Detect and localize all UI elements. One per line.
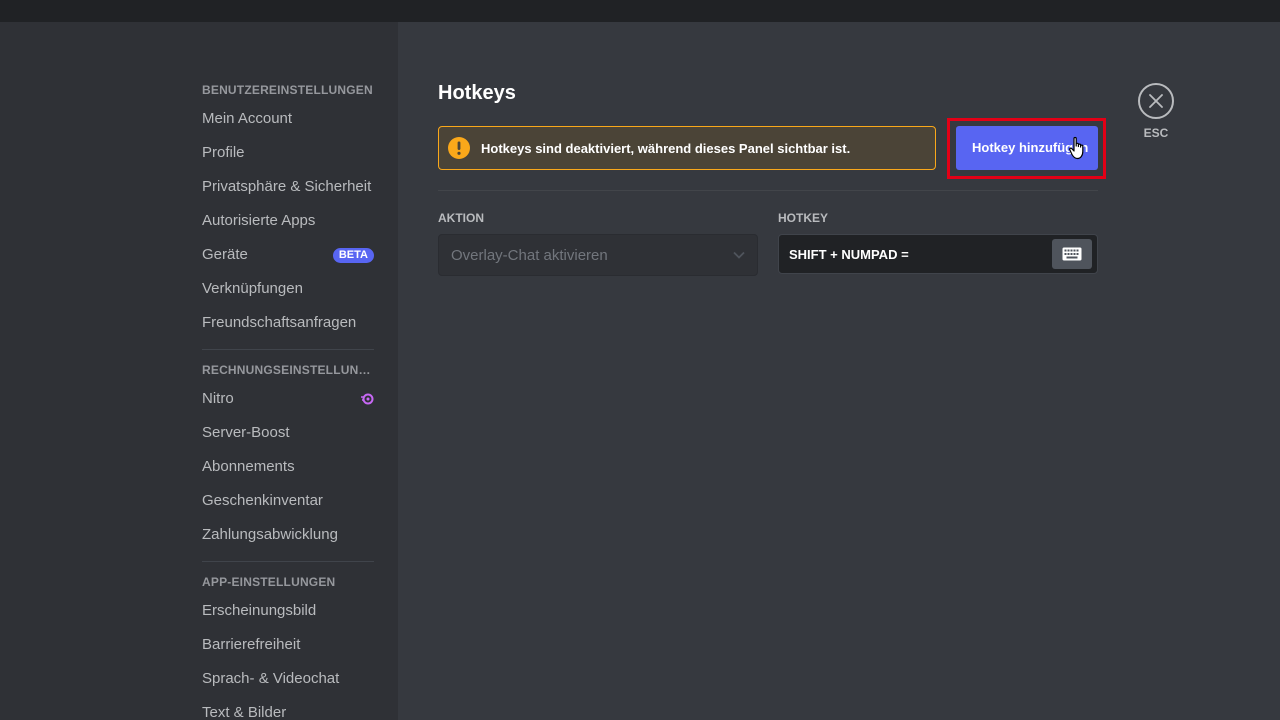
action-select[interactable]: Overlay-Chat aktivieren — [438, 234, 758, 276]
close-settings[interactable]: ESC — [1138, 83, 1174, 140]
sidebar-item-subscriptions[interactable]: Abonnements — [192, 450, 374, 484]
sidebar-item-label: Barrierefreiheit — [202, 636, 301, 653]
sidebar-item-label: Geräte — [202, 246, 248, 263]
sidebar-item-label: Autorisierte Apps — [202, 212, 316, 229]
sidebar-item-label: Zahlungsabwicklung — [202, 526, 338, 543]
sidebar-item-appearance[interactable]: Erscheinungsbild — [192, 594, 374, 628]
sidebar-item-gift-inventory[interactable]: Geschenkinventar — [192, 484, 374, 518]
settings-content: Hotkeys Hotkeys sind deaktiviert, währen… — [398, 22, 1280, 720]
sidebar-item-accessibility[interactable]: Barrierefreiheit — [192, 628, 374, 662]
action-select-value: Overlay-Chat aktivieren — [451, 246, 608, 264]
sidebar-item-devices[interactable]: Geräte BETA — [192, 238, 374, 272]
sidebar-item-label: Geschenkinventar — [202, 492, 323, 509]
sidebar-item-my-account[interactable]: Mein Account — [192, 102, 374, 136]
beta-badge: BETA — [332, 248, 374, 263]
section-divider — [438, 190, 1098, 191]
column-header-action: Aktion — [438, 211, 484, 225]
sidebar-item-label: Profile — [202, 144, 245, 161]
close-icon — [1149, 94, 1163, 108]
sidebar-item-connections[interactable]: Verknüpfungen — [192, 272, 374, 306]
sidebar-item-label: Server-Boost — [202, 424, 290, 441]
sidebar-nav: Benutzereinstellungen Mein Account Profi… — [192, 78, 374, 720]
hotkey-recorder[interactable]: SHIFT + NUMPAD = — [778, 234, 1098, 274]
sidebar-item-profiles[interactable]: Profile — [192, 136, 374, 170]
sidebar-item-label: Sprach- & Videochat — [202, 670, 340, 687]
sidebar-item-label: Nitro — [202, 390, 234, 407]
sidebar-divider — [202, 561, 374, 562]
hand-cursor-icon — [1069, 136, 1084, 160]
warning-text: Hotkeys sind deaktiviert, während dieses… — [481, 140, 851, 156]
chevron-down-icon — [733, 251, 745, 259]
window-titlebar — [0, 0, 1280, 22]
sidebar-item-label: Mein Account — [202, 110, 293, 127]
section-header-app-settings: App-Einstellungen — [202, 575, 336, 589]
sidebar-item-label: Freundschaftsanfragen — [202, 314, 357, 331]
esc-label: ESC — [1143, 126, 1169, 140]
sidebar-item-label: Abonnements — [202, 458, 295, 475]
record-keybind-button[interactable] — [1052, 239, 1092, 269]
sidebar-item-voice-video[interactable]: Sprach- & Videochat — [192, 662, 374, 696]
sidebar-divider — [202, 349, 374, 350]
sidebar-item-label: Text & Bilder — [202, 704, 287, 720]
keyboard-icon — [1062, 247, 1082, 261]
sidebar-item-label: Privatsphäre & Sicherheit — [202, 178, 372, 195]
sidebar-item-label: Erscheinungsbild — [202, 602, 317, 619]
exclamation-icon — [448, 137, 470, 159]
section-header-user-settings: Benutzereinstellungen — [202, 83, 373, 97]
column-header-hotkey: Hotkey — [778, 211, 829, 225]
nitro-icon — [361, 393, 374, 405]
warning-notice: Hotkeys sind deaktiviert, während dieses… — [438, 126, 936, 170]
sidebar-item-privacy-safety[interactable]: Privatsphäre & Sicherheit — [192, 170, 374, 204]
sidebar-item-text-images[interactable]: Text & Bilder — [192, 696, 374, 720]
section-header-billing-settings: Rechnungseinstellungen — [202, 363, 374, 377]
sidebar-item-friend-requests[interactable]: Freundschaftsanfragen — [192, 306, 374, 340]
sidebar-item-nitro[interactable]: Nitro — [192, 382, 374, 416]
sidebar-item-authorized-apps[interactable]: Autorisierte Apps — [192, 204, 374, 238]
hotkey-value: SHIFT + NUMPAD = — [789, 246, 909, 262]
sidebar-item-label: Verknüpfungen — [202, 280, 303, 297]
close-button[interactable] — [1138, 83, 1174, 119]
sidebar-item-server-boost[interactable]: Server-Boost — [192, 416, 374, 450]
sidebar-item-billing[interactable]: Zahlungsabwicklung — [192, 518, 374, 552]
page-title: Hotkeys — [438, 82, 516, 104]
settings-sidebar: Benutzereinstellungen Mein Account Profi… — [0, 22, 398, 720]
